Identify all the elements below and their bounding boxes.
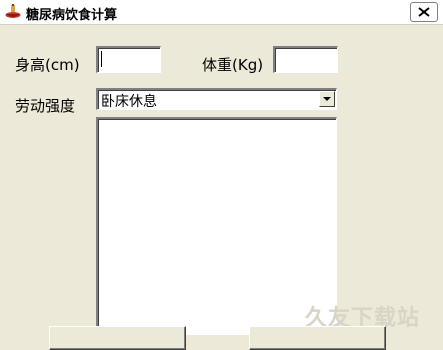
labor-intensity-label: 劳动强度 (15, 97, 76, 115)
window-title: 糖尿病饮食计算 (26, 8, 118, 23)
clear-button[interactable] (249, 326, 386, 350)
text-caret (101, 51, 102, 67)
weight-input[interactable] (273, 46, 338, 73)
app-window: 糖尿病饮食计算 身高(cm) 体重(Kg) 劳动强度 卧床休息 久友下载站 (0, 0, 443, 350)
chevron-down-icon (323, 97, 331, 101)
height-label: 身高(cm) (15, 56, 80, 74)
title-bar[interactable]: 糖尿病饮食计算 (0, 0, 443, 25)
result-textarea[interactable] (96, 117, 337, 335)
weight-label: 体重(Kg) (202, 56, 264, 74)
dropdown-button[interactable] (319, 91, 335, 107)
labor-intensity-value: 卧床休息 (101, 94, 157, 110)
close-button[interactable] (410, 2, 438, 22)
height-input[interactable] (96, 46, 161, 73)
close-icon (418, 7, 430, 17)
food-bowl-icon (4, 3, 22, 21)
calculate-button[interactable] (49, 326, 186, 350)
labor-intensity-select[interactable]: 卧床休息 (96, 88, 337, 110)
